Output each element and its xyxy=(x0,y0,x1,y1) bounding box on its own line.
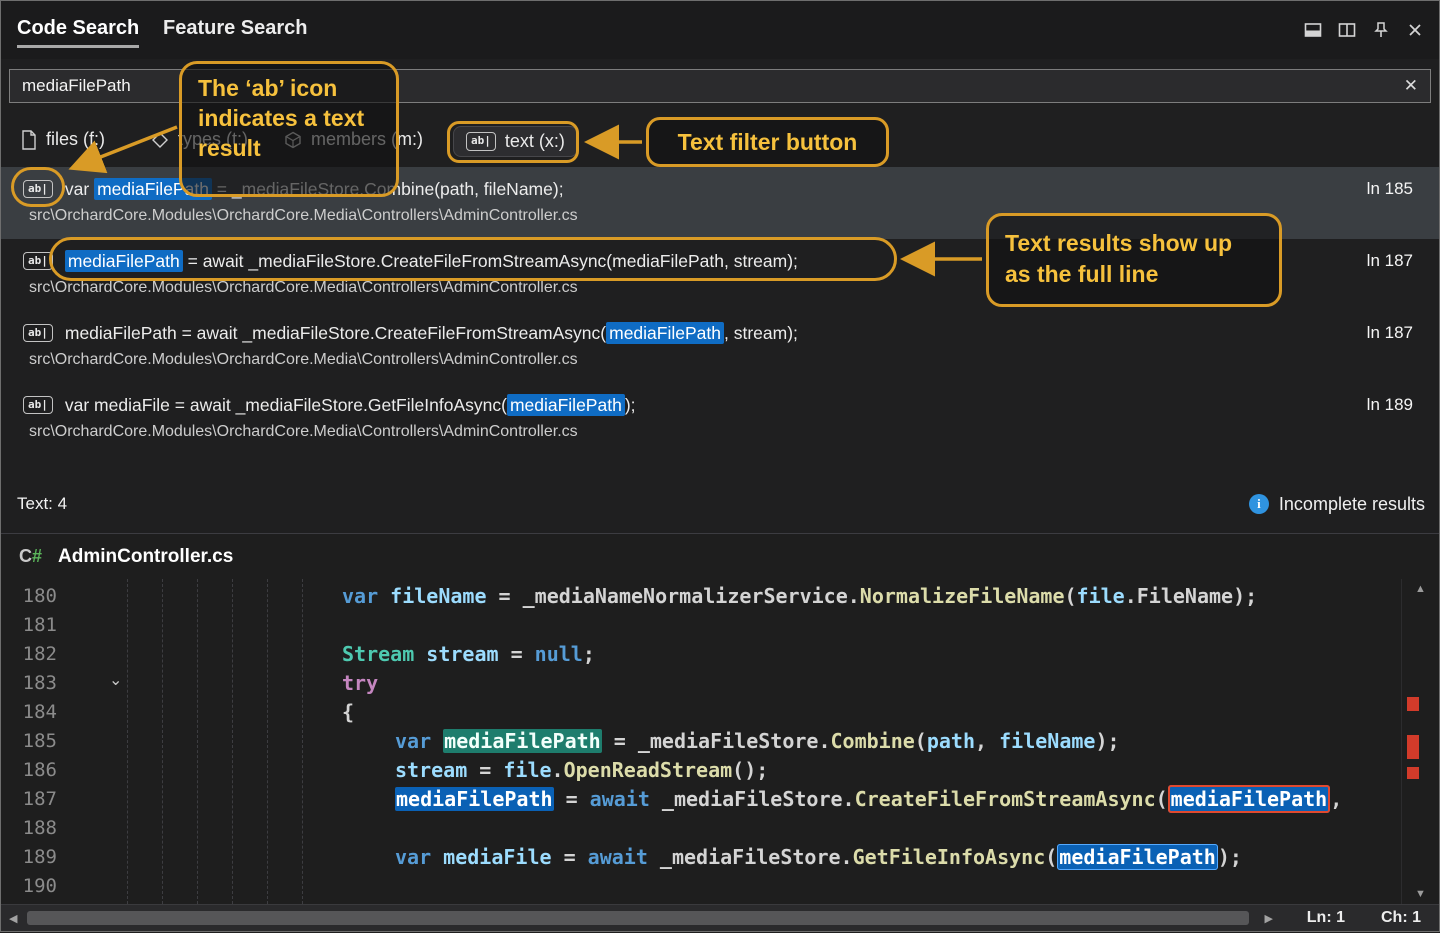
annotation-oval-ab-icon xyxy=(11,167,65,207)
bottom-bar: ◀ ▶ Ln: 1 Ch: 1 xyxy=(1,904,1439,931)
annotation-outline-text-filter xyxy=(447,121,579,163)
result-line-number: ln 187 xyxy=(1367,323,1413,343)
preview-header: C# AdminController.cs xyxy=(1,533,1439,579)
line-number: 181 xyxy=(1,614,71,636)
line-number: 186 xyxy=(1,759,71,781)
code-line: 181 xyxy=(1,610,1399,639)
search-result-row[interactable]: ab| var mediaFile = await _mediaFileStore… xyxy=(1,383,1439,455)
code-line: 189var mediaFile = await _mediaFileStore… xyxy=(1,842,1399,871)
callout-text-filter: Text filter button xyxy=(646,117,889,167)
horizontal-scroll-thumb[interactable] xyxy=(27,911,1249,925)
preview-filename: AdminController.cs xyxy=(58,546,233,568)
tab-feature-search[interactable]: Feature Search xyxy=(163,17,308,40)
line-number: 190 xyxy=(1,875,71,897)
code-line: 185var mediaFilePath = _mediaFileStore.C… xyxy=(1,726,1399,755)
line-number: 187 xyxy=(1,788,71,810)
text-result-icon: ab| xyxy=(23,396,53,414)
result-line-number: ln 185 xyxy=(1367,179,1413,199)
horizontal-scrollbar[interactable]: ◀ ▶ xyxy=(1,905,1281,931)
results-status-bar: Text: 4 i Incomplete results xyxy=(17,487,1425,521)
titlebar: Code Search Feature Search xyxy=(1,1,1439,59)
dock-bottom-icon[interactable] xyxy=(1301,18,1325,42)
types-icon xyxy=(151,131,169,149)
csharp-file-icon: C# xyxy=(19,546,42,567)
code-line: 182Stream stream = null; xyxy=(1,639,1399,668)
close-icon[interactable] xyxy=(1403,18,1427,42)
overview-mark xyxy=(1407,697,1419,711)
line-number: 185 xyxy=(1,730,71,752)
result-file-path: src\OrchardCore.Modules\OrchardCore.Medi… xyxy=(23,351,1439,369)
scroll-left-icon[interactable]: ◀ xyxy=(9,912,17,925)
code-line: 190 xyxy=(1,871,1399,900)
clear-search-icon[interactable]: ✕ xyxy=(1404,76,1418,96)
callout-full-line: Text results show up as the full line xyxy=(986,213,1282,307)
file-icon xyxy=(21,130,37,150)
filter-files[interactable]: files (f:) xyxy=(21,129,105,150)
line-number: 183 xyxy=(1,672,71,694)
code-line: 186stream = file.OpenReadStream(); xyxy=(1,755,1399,784)
line-number: 184 xyxy=(1,701,71,723)
incomplete-results-label: Incomplete results xyxy=(1279,494,1425,515)
overview-mark xyxy=(1407,735,1419,759)
column-indicator: Ch: 1 xyxy=(1381,909,1421,927)
split-columns-icon[interactable] xyxy=(1335,18,1359,42)
code-line: 188 xyxy=(1,813,1399,842)
filter-files-label: files (f:) xyxy=(46,129,105,150)
result-code-line: mediaFilePath = await _mediaFileStore.Cr… xyxy=(65,323,798,344)
result-file-path: src\OrchardCore.Modules\OrchardCore.Medi… xyxy=(23,423,1439,441)
line-number: 180 xyxy=(1,585,71,607)
line-number: 189 xyxy=(1,846,71,868)
line-number: 182 xyxy=(1,643,71,665)
tab-code-search[interactable]: Code Search xyxy=(17,17,139,40)
line-indicator: Ln: 1 xyxy=(1307,909,1345,927)
info-icon[interactable]: i xyxy=(1249,494,1269,514)
overview-mark xyxy=(1407,767,1419,779)
scroll-up-icon[interactable]: ▲ xyxy=(1402,583,1439,595)
results-list: ab|var mediaFilePath = _mediaFileStore.C… xyxy=(1,167,1439,455)
result-line-number: ln 187 xyxy=(1367,251,1413,271)
code-line: 187mediaFilePath = await _mediaFileStore… xyxy=(1,784,1399,813)
search-result-row[interactable]: ab| mediaFilePath = await _mediaFileStore… xyxy=(1,311,1439,383)
scroll-down-icon[interactable]: ▼ xyxy=(1402,888,1439,900)
code-editor[interactable]: 180var fileName = _mediaNameNormalizerSe… xyxy=(1,579,1439,904)
result-code-line: var mediaFile = await _mediaFileStore.Ge… xyxy=(65,395,636,416)
scroll-right-icon[interactable]: ▶ xyxy=(1265,912,1273,925)
code-line: 180var fileName = _mediaNameNormalizerSe… xyxy=(1,581,1399,610)
text-result-count: Text: 4 xyxy=(17,494,67,514)
fold-chevron-icon[interactable]: ⌄ xyxy=(109,670,122,690)
vertical-scrollbar[interactable]: ▲ ▼ xyxy=(1401,579,1439,904)
callout-ab-icon: The ‘ab’ icon indicates a text result xyxy=(179,61,399,197)
text-result-icon: ab| xyxy=(23,324,53,342)
result-line-number: ln 189 xyxy=(1367,395,1413,415)
line-number: 188 xyxy=(1,817,71,839)
code-line: 184{ xyxy=(1,697,1399,726)
pin-icon[interactable] xyxy=(1369,18,1393,42)
code-line: ⌄183try xyxy=(1,668,1399,697)
code-search-window: Code Search Feature Search mediaFilePath… xyxy=(0,0,1440,932)
annotation-oval-result-line xyxy=(49,237,897,281)
